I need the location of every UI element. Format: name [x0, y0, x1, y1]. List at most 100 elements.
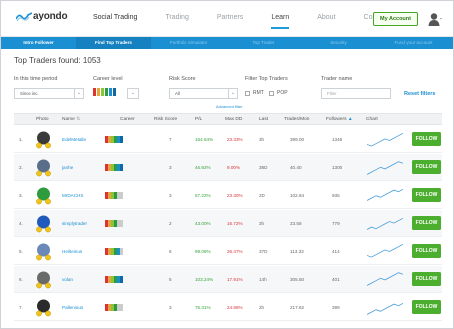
- last-trade-value: 3h: [259, 221, 265, 226]
- chevron-down-icon: ⌄: [130, 90, 136, 96]
- last-trade-value: 2h: [259, 305, 265, 310]
- my-account-button[interactable]: My Account: [373, 12, 418, 26]
- logo-wave-icon: [16, 11, 32, 21]
- period-label: In this time period: [14, 76, 58, 82]
- pl-value: 103.24%: [195, 277, 214, 282]
- rank-number: 1.: [19, 137, 23, 142]
- col-chart: Chart: [366, 117, 378, 122]
- table-row: 1. EdelMetalle 7 164.64% 23.33% 3h 399.00 1346 F…: [14, 126, 442, 153]
- trader-name-link[interactable]: Pallenious: [62, 294, 83, 321]
- last-trade-value: 38D: [259, 165, 268, 170]
- risk-score-value: 5: [169, 277, 172, 282]
- trader-name-link[interactable]: EdelMetalle: [62, 126, 86, 153]
- follow-button[interactable]: FOLLOW: [412, 216, 441, 230]
- trades-per-month-value: 40.40: [290, 165, 302, 170]
- nav-item-learn[interactable]: Learn: [271, 14, 290, 29]
- trader-avatar[interactable]: [34, 214, 53, 233]
- trader-name-link[interactable]: volan: [62, 266, 73, 293]
- pop-checkbox[interactable]: POP: [269, 90, 288, 96]
- follow-button[interactable]: FOLLOW: [412, 300, 441, 314]
- nav-item-partners[interactable]: Partners: [217, 14, 243, 29]
- career-level-bars: [105, 192, 124, 199]
- follow-button[interactable]: FOLLOW: [412, 132, 441, 146]
- career-select[interactable]: ⌄: [127, 88, 139, 99]
- risk-score-value: 6: [169, 249, 172, 254]
- performance-sparkline: [367, 243, 403, 258]
- nav-item-social-trading[interactable]: Social Trading: [93, 14, 137, 29]
- sort-icon: ⇅: [76, 117, 81, 122]
- rank-number: 7.: [19, 305, 23, 310]
- col-followers[interactable]: Followers ▲: [326, 114, 353, 125]
- rmt-checkbox[interactable]: RMT: [245, 90, 264, 96]
- risk-score-select[interactable]: All ⌄: [169, 88, 238, 99]
- max-dd-value: 24.86%: [227, 305, 243, 310]
- risk-score-value: All: [175, 91, 180, 96]
- col-name[interactable]: Name ⇅: [62, 114, 80, 125]
- trader-name-link[interactable]: janhe: [62, 154, 73, 181]
- trades-per-month-value: 217.62: [290, 305, 305, 310]
- trader-avatar[interactable]: [34, 270, 53, 289]
- subnav-item-find-top-traders[interactable]: Find Top Traders: [76, 37, 151, 49]
- pop-label: POP: [277, 90, 288, 96]
- last-trade-value: 14h: [259, 277, 267, 282]
- follow-button[interactable]: FOLLOW: [412, 272, 441, 286]
- subnav-item-portfolio-simulator[interactable]: Portfolio Simulator: [151, 37, 226, 49]
- trader-name-link[interactable]: simplytrader: [62, 210, 87, 237]
- col-pl[interactable]: P/L: [195, 114, 202, 125]
- table-row: 7. Pallenious 3 75.31% 24.86% 2h 217.62 399 FOLL…: [14, 294, 442, 321]
- user-silhouette-icon[interactable]: [428, 12, 442, 26]
- last-trade-value: 3h: [259, 137, 265, 142]
- table-row: 5. Heilteinus 6 99.08% 26.47% 37D 113.33 414 FOL…: [14, 238, 442, 265]
- career-level-bars: [105, 248, 124, 255]
- col-photo[interactable]: Photo: [36, 114, 49, 125]
- reset-filters-link[interactable]: Reset filters: [404, 91, 436, 97]
- follow-button[interactable]: FOLLOW: [412, 160, 441, 174]
- subnav-item-security[interactable]: Security: [301, 37, 376, 49]
- trades-per-month-value: 23.58: [290, 221, 302, 226]
- table-header: Photo Name ⇅ Career Risk Score P/L Max D…: [14, 113, 442, 125]
- max-dd-value: 26.47%: [227, 249, 243, 254]
- follow-button[interactable]: FOLLOW: [412, 244, 441, 258]
- performance-sparkline: [367, 217, 403, 230]
- trader-avatar[interactable]: [34, 130, 53, 149]
- performance-sparkline: [367, 302, 403, 315]
- career-level-filter[interactable]: [93, 88, 117, 96]
- risk-score-value: 3: [169, 305, 172, 310]
- followers-count: 935: [332, 193, 340, 198]
- subnav-item-top-trader[interactable]: Top Trader: [226, 37, 301, 49]
- logo-text: ayondo: [33, 11, 68, 22]
- col-career[interactable]: Career: [120, 114, 135, 125]
- trades-per-month-value: 305.50: [290, 277, 305, 282]
- nav-item-trading[interactable]: Trading: [165, 14, 188, 29]
- max-dd-value: 9.00%: [227, 165, 241, 170]
- col-trades-mon[interactable]: Trades/Mon: [284, 114, 309, 125]
- chevron-down-icon: ⌄: [228, 89, 237, 98]
- trader-avatar[interactable]: [34, 186, 53, 205]
- rank-number: 5.: [19, 249, 23, 254]
- col-last[interactable]: Last: [259, 114, 268, 125]
- advanced-filter-link[interactable]: Advanced filter: [216, 104, 242, 109]
- trader-avatar[interactable]: [34, 158, 53, 177]
- table-row: 4. simplytrader 2 43.00% 16.72% 3h 23.58 779 FOL…: [14, 210, 442, 237]
- sort-asc-icon: ▲: [347, 117, 353, 122]
- subnav-item-intro-follower[interactable]: Intro Follower: [1, 37, 76, 49]
- follow-button[interactable]: FOLLOW: [412, 188, 441, 202]
- trader-avatar[interactable]: [34, 298, 53, 317]
- trader-name-label: Trader name: [321, 76, 353, 82]
- rank-number: 3.: [19, 193, 23, 198]
- subnav-item-fund-your-account[interactable]: Fund your account: [376, 37, 451, 49]
- col-max-dd[interactable]: Max DD: [225, 114, 242, 125]
- trader-name-placeholder: Filter: [327, 91, 337, 96]
- trader-name-input[interactable]: Filter: [321, 88, 391, 99]
- career-level-bars: [105, 276, 124, 283]
- last-trade-value: 2D: [259, 193, 265, 198]
- trader-name-link[interactable]: MrDACHS: [62, 182, 83, 209]
- col-risk-score[interactable]: Risk Score: [154, 114, 177, 125]
- ayondo-logo[interactable]: ayondo: [16, 11, 68, 22]
- nav-item-about[interactable]: About: [317, 14, 335, 29]
- trader-name-link[interactable]: Heilteinus: [62, 238, 82, 265]
- trader-avatar[interactable]: [34, 242, 53, 261]
- filter-traders-label: Filter Top Traders: [245, 76, 288, 82]
- period-select[interactable]: Since inc. ⌄: [14, 88, 84, 99]
- risk-score-label: Risk Score: [169, 76, 196, 82]
